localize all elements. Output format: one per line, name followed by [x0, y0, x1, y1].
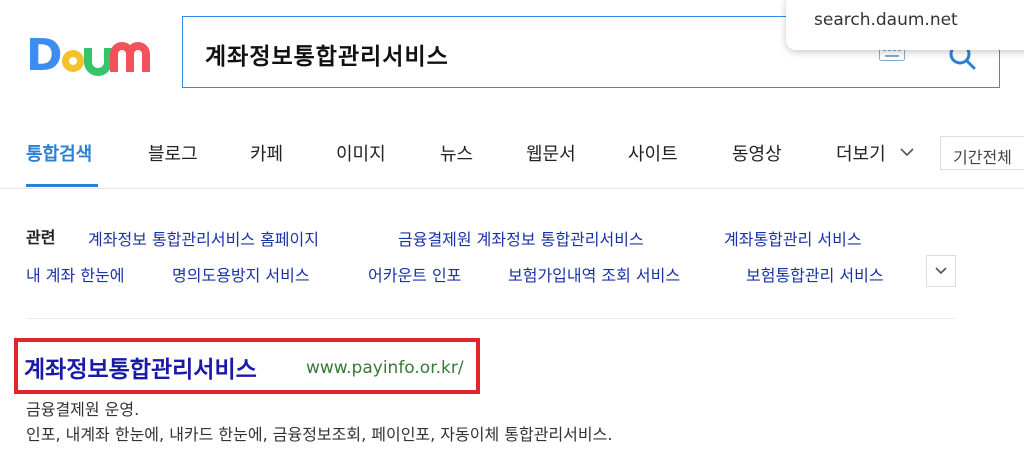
tab-all[interactable]: 통합검색 — [26, 140, 92, 166]
related-link[interactable]: 계좌통합관리 서비스 — [724, 226, 862, 250]
tab-news[interactable]: 뉴스 — [440, 140, 473, 166]
url-tooltip-text: search.daum.net — [814, 10, 958, 30]
tab-video[interactable]: 동영상 — [732, 140, 782, 166]
divider — [26, 318, 956, 319]
active-tab-indicator — [26, 184, 98, 187]
related-link[interactable]: 내 계좌 한눈에 — [26, 262, 125, 286]
related-link[interactable]: 보험통합관리 서비스 — [746, 262, 914, 286]
related-label: 관련 — [26, 228, 56, 247]
daum-logo[interactable]: D — [26, 28, 154, 78]
url-tooltip: search.daum.net — [786, 0, 1024, 50]
tab-image[interactable]: 이미지 — [336, 140, 386, 166]
search-tabs: 통합검색 블로그 카페 이미지 뉴스 웹문서 사이트 동영상 더보기 기간전체 — [0, 118, 1024, 189]
period-filter-value: 기간전체 — [953, 148, 1012, 167]
result-url-link[interactable]: www.payinfo.or.kr/ — [306, 358, 464, 378]
related-link[interactable]: 금융결제원 계좌정보 통합관리서비스 — [398, 226, 644, 250]
chevron-down-icon — [935, 267, 947, 275]
result-title-link[interactable]: 계좌정보통합관리서비스 — [24, 350, 257, 384]
tab-blog[interactable]: 블로그 — [148, 140, 198, 166]
tab-web[interactable]: 웹문서 — [526, 140, 576, 166]
tab-site[interactable]: 사이트 — [628, 140, 678, 166]
tab-more[interactable]: 더보기 — [836, 140, 886, 166]
related-link[interactable]: 보험가입내역 조회 서비스 — [508, 262, 680, 286]
tab-cafe[interactable]: 카페 — [250, 140, 283, 166]
related-link[interactable]: 계좌정보 통합관리서비스 홈페이지 — [88, 226, 319, 250]
related-link[interactable]: 명의도용방지 서비스 — [172, 262, 310, 286]
period-filter-select[interactable]: 기간전체 — [940, 136, 1024, 170]
svg-text:D: D — [26, 30, 63, 78]
result-description: 인포, 내계좌 한눈에, 내카드 한눈에, 금융정보조회, 페이인포, 자동이체… — [26, 425, 613, 444]
related-link[interactable]: 어카운트 인포 — [368, 262, 461, 286]
related-expand-button[interactable] — [926, 255, 956, 287]
chevron-down-icon[interactable] — [900, 147, 914, 157]
search-input[interactable]: 계좌정보통합관리서비스 — [205, 37, 449, 71]
result-description: 금융결제원 운영. — [26, 400, 140, 419]
